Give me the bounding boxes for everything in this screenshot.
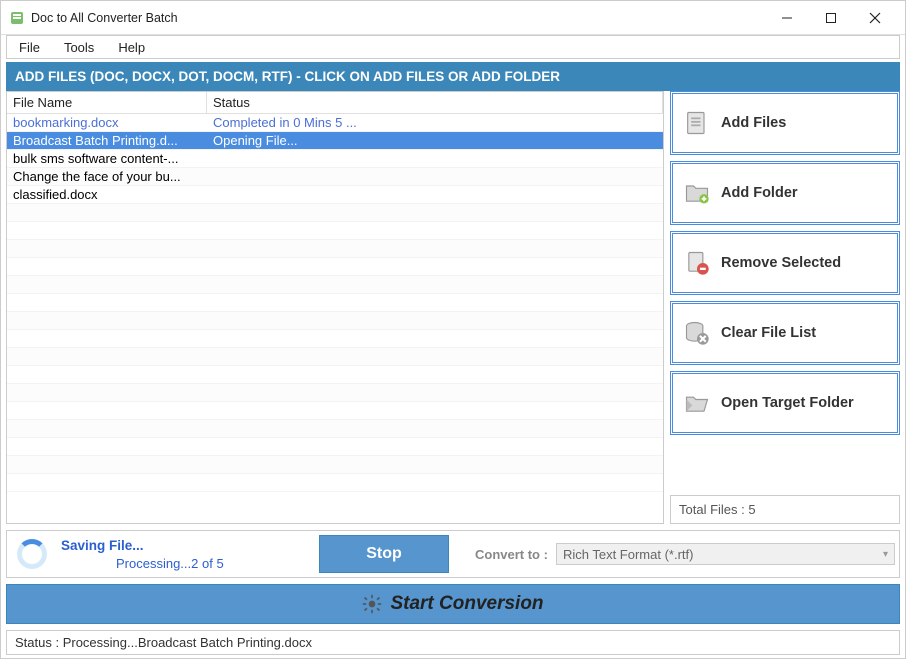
menu-file[interactable]: File: [7, 38, 52, 57]
cell-filename: classified.docx: [7, 186, 207, 203]
start-label: Start Conversion: [390, 593, 543, 615]
table-row: [7, 438, 663, 456]
close-button[interactable]: [853, 3, 897, 33]
cell-filename: Change the face of your bu...: [7, 168, 207, 185]
table-row: [7, 474, 663, 492]
table-row: [7, 312, 663, 330]
cell-status: [207, 158, 663, 160]
add-folder-button[interactable]: Add Folder: [670, 161, 900, 225]
open-target-folder-button[interactable]: Open Target Folder: [670, 371, 900, 435]
start-conversion-button[interactable]: Start Conversion: [6, 584, 900, 624]
convert-to-label: Convert to :: [475, 547, 548, 562]
action-panel: Add Files Add Folder Remove Selected Cle…: [670, 91, 900, 524]
status-bar: Status : Processing...Broadcast Batch Pr…: [6, 630, 900, 655]
table-row: [7, 456, 663, 474]
menu-tools[interactable]: Tools: [52, 38, 106, 57]
file-table: File Name Status bookmarking.docx Comple…: [6, 91, 664, 524]
app-icon: [9, 10, 25, 26]
convert-to-group: Convert to : Rich Text Format (*.rtf) ▾: [457, 543, 895, 565]
table-row: [7, 384, 663, 402]
convert-to-value: Rich Text Format (*.rtf): [563, 547, 694, 562]
start-row: Start Conversion: [6, 584, 900, 624]
stop-button[interactable]: Stop: [319, 535, 449, 573]
cell-status: [207, 176, 663, 178]
table-row[interactable]: bookmarking.docx Completed in 0 Mins 5 .…: [7, 114, 663, 132]
cell-status: Opening File...: [207, 132, 663, 149]
maximize-button[interactable]: [809, 3, 853, 33]
table-row: [7, 240, 663, 258]
button-label: Add Folder: [721, 185, 798, 201]
processing-label: Processing...2 of 5: [61, 556, 311, 571]
table-row: [7, 402, 663, 420]
document-remove-icon: [683, 249, 711, 277]
table-row[interactable]: Change the face of your bu...: [7, 168, 663, 186]
column-header-status[interactable]: Status: [207, 92, 663, 113]
table-row: [7, 366, 663, 384]
chevron-down-icon: ▾: [883, 549, 888, 560]
main-area: File Name Status bookmarking.docx Comple…: [6, 91, 900, 524]
table-row: [7, 330, 663, 348]
table-row: [7, 348, 663, 366]
progress-bar: Saving File... Processing...2 of 5 Stop …: [6, 530, 900, 578]
table-row[interactable]: bulk sms software content-...: [7, 150, 663, 168]
title-bar: Doc to All Converter Batch: [1, 1, 905, 35]
table-header: File Name Status: [7, 92, 663, 114]
spinner-icon: [17, 539, 47, 569]
minimize-button[interactable]: [765, 3, 809, 33]
clear-file-list-button[interactable]: Clear File List: [670, 301, 900, 365]
total-files-label: Total Files : 5: [670, 495, 900, 524]
button-label: Add Files: [721, 115, 786, 131]
document-icon: [683, 109, 711, 137]
window-controls: [765, 3, 897, 33]
cell-filename: bookmarking.docx: [7, 114, 207, 131]
table-row: [7, 222, 663, 240]
button-label: Remove Selected: [721, 255, 841, 271]
convert-to-select[interactable]: Rich Text Format (*.rtf) ▾: [556, 543, 895, 565]
column-header-filename[interactable]: File Name: [7, 92, 207, 113]
gear-icon: [362, 594, 382, 614]
open-folder-icon: [683, 389, 711, 417]
button-label: Open Target Folder: [721, 395, 854, 411]
window-title: Doc to All Converter Batch: [31, 11, 765, 25]
table-row: [7, 294, 663, 312]
remove-selected-button[interactable]: Remove Selected: [670, 231, 900, 295]
table-body: bookmarking.docx Completed in 0 Mins 5 .…: [7, 114, 663, 523]
add-files-button[interactable]: Add Files: [670, 91, 900, 155]
folder-plus-icon: [683, 179, 711, 207]
table-row: [7, 276, 663, 294]
cell-status: Completed in 0 Mins 5 ...: [207, 114, 663, 131]
section-header: ADD FILES (DOC, DOCX, DOT, DOCM, RTF) - …: [6, 62, 900, 91]
cell-filename: Broadcast Batch Printing.d...: [7, 132, 207, 149]
button-label: Clear File List: [721, 325, 816, 341]
table-row[interactable]: classified.docx: [7, 186, 663, 204]
cell-filename: bulk sms software content-...: [7, 150, 207, 167]
progress-text: Saving File... Processing...2 of 5: [61, 538, 311, 571]
table-row: [7, 420, 663, 438]
table-row: [7, 204, 663, 222]
table-row: [7, 258, 663, 276]
clear-list-icon: [683, 319, 711, 347]
table-row[interactable]: Broadcast Batch Printing.d... Opening Fi…: [7, 132, 663, 150]
menu-bar: File Tools Help: [6, 35, 900, 59]
menu-help[interactable]: Help: [106, 38, 157, 57]
cell-status: [207, 194, 663, 196]
saving-label: Saving File...: [61, 538, 311, 553]
